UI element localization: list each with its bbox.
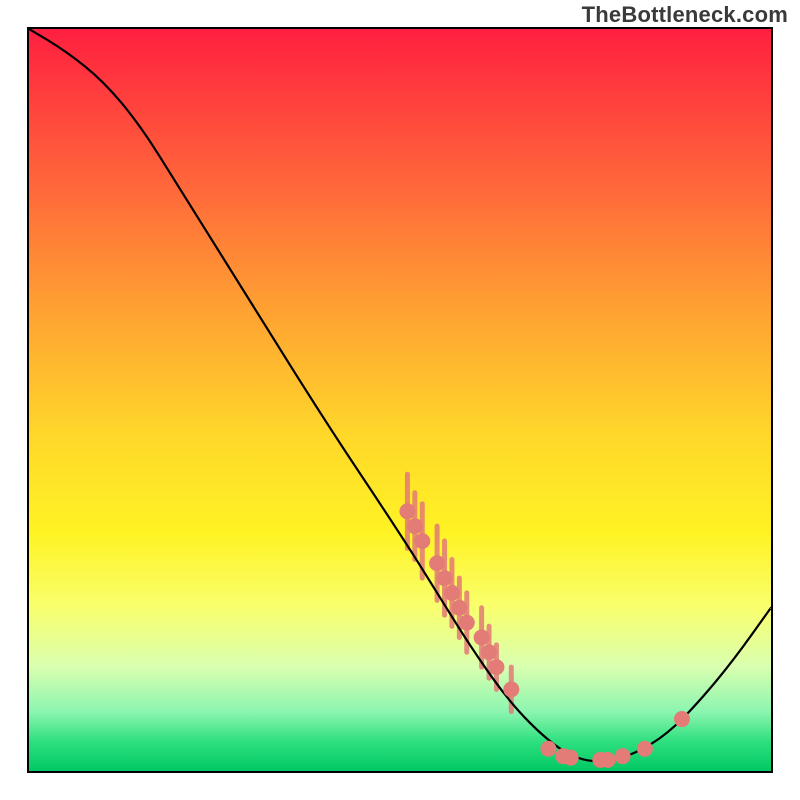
data-point [674,711,690,727]
data-point [444,585,460,601]
watermark-text: TheBottleneck.com [582,2,788,28]
bottleneck-curve [29,29,771,761]
data-point [474,629,490,645]
data-point [600,752,616,768]
chart-svg [29,29,771,771]
data-point [429,555,445,571]
data-point [488,659,504,675]
chart-container: TheBottleneck.com [0,0,800,800]
data-point [414,533,430,549]
data-point [637,741,653,757]
plot-area [27,27,773,773]
data-point [399,503,415,519]
data-point [459,615,475,631]
data-point [407,518,423,534]
data-point [437,570,453,586]
data-point [540,741,556,757]
data-point [451,600,467,616]
data-point [503,681,519,697]
data-point [615,748,631,764]
data-point [563,750,579,766]
data-point [481,644,497,660]
